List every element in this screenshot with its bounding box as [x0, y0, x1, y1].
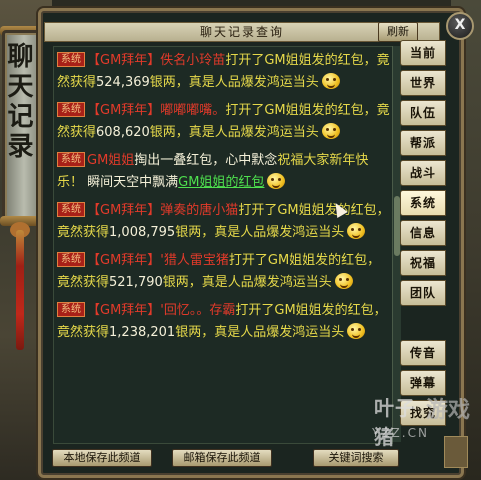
laughing-emoji-icon: [267, 173, 286, 189]
player-name[interactable]: 弹奏的唐小猫: [160, 203, 238, 218]
message-text: 掏出一叠红包，心中默念: [134, 153, 278, 168]
tab-system[interactable]: 系统: [400, 190, 446, 216]
system-tag: 系统: [57, 152, 85, 167]
message-text: 银两，真是人品爆发鸿运当头: [162, 275, 332, 290]
message-sender: 【GM拜年】: [87, 203, 161, 218]
system-tag: 系统: [57, 102, 85, 117]
system-tag: 系统: [57, 52, 85, 67]
tab-team[interactable]: 队伍: [400, 100, 446, 126]
keyword-search-button[interactable]: 关键词搜索: [313, 449, 399, 467]
watermark-brand-2: 游戏: [426, 398, 471, 423]
silver-amount: 521,790: [109, 275, 163, 290]
red-envelope-link[interactable]: GM姐姐的红包: [178, 175, 264, 190]
seal-stamp: [444, 436, 468, 468]
message-sender: 【GM拜年】: [87, 253, 161, 268]
tassel: [16, 230, 24, 350]
laughing-emoji-icon: [347, 223, 366, 239]
banner-title: 聊天记录: [3, 42, 33, 162]
message-text: 银两，真是人品爆发鸿运当头: [175, 225, 345, 240]
save-mail-button[interactable]: 邮箱保存此频道: [172, 449, 272, 467]
message-text: 瞬间天空中飘满: [87, 175, 179, 190]
watermark-brand: 叶子猪: [374, 396, 416, 449]
silver-amount: 608,620: [96, 125, 150, 140]
laughing-emoji-icon: [334, 273, 353, 289]
tab-whisper[interactable]: 传音: [400, 340, 446, 366]
chat-message: 系统 【GM拜年】嘟嘟嘟嘴。打开了GM姐姐发的红包，竟然获得608,620银两，真…: [54, 97, 392, 147]
message-sender: 【GM拜年】: [87, 103, 161, 118]
silver-amount: 1,008,795: [109, 225, 176, 240]
silver-amount: 524,369: [96, 75, 150, 90]
tab-info[interactable]: 信息: [400, 220, 446, 246]
chat-message: 系统 【GM拜年】'猎人雷宝猪打开了GM姐姐发的红包，竟然获得521,790银两，…: [54, 247, 392, 297]
player-name[interactable]: 嘟嘟嘟嘴。: [160, 103, 225, 118]
tab-current[interactable]: 当前: [400, 40, 446, 66]
player-name[interactable]: '猎人雷宝猪: [160, 253, 229, 268]
chat-message: 系统 【GM拜年】'回忆。。存霸打开了GM姐姐发的红包，竟然获得1,238,201…: [54, 297, 392, 347]
message-text: 银两，真是人品爆发鸿运当头: [175, 325, 345, 340]
system-tag: 系统: [57, 252, 85, 267]
save-local-button[interactable]: 本地保存此频道: [52, 449, 152, 467]
player-name[interactable]: 佚名小玲苗: [160, 53, 225, 68]
tab-guild[interactable]: 帮派: [400, 130, 446, 156]
system-tag: 系统: [57, 302, 85, 317]
player-name[interactable]: '回忆。。存霸: [160, 303, 235, 318]
refresh-button[interactable]: 刷新: [378, 22, 418, 42]
tab-battle[interactable]: 战斗: [400, 160, 446, 186]
chat-log: 系统 【GM拜年】佚名小玲苗打开了GM姐姐发的红包，竟然获得524,369银两，真…: [53, 46, 393, 444]
chat-message: 系统 【GM拜年】佚名小玲苗打开了GM姐姐发的红包，竟然获得524,369银两，真…: [54, 47, 392, 97]
silver-amount: 1,238,201: [109, 325, 176, 340]
message-text: 银两，真是人品爆发鸿运当头: [149, 125, 319, 140]
message-sender: 【GM拜年】: [87, 303, 161, 318]
message-sender[interactable]: GM姐姐: [87, 153, 134, 168]
message-text: 银两，真是人品爆发鸿运当头: [149, 75, 319, 90]
close-button[interactable]: X: [446, 12, 474, 40]
tab-group[interactable]: 团队: [400, 280, 446, 306]
message-sender: 【GM拜年】: [87, 53, 161, 68]
laughing-emoji-icon: [347, 323, 366, 339]
tab-blessing[interactable]: 祝福: [400, 250, 446, 276]
laughing-emoji-icon: [321, 123, 340, 139]
chat-message: 系统 GM姐姐掏出一叠红包，心中默念祝福大家新年快乐！ 瞬间天空中飘满GM姐姐的红…: [54, 147, 392, 197]
tab-world[interactable]: 世界: [400, 70, 446, 96]
laughing-emoji-icon: [321, 73, 340, 89]
system-tag: 系统: [57, 202, 85, 217]
